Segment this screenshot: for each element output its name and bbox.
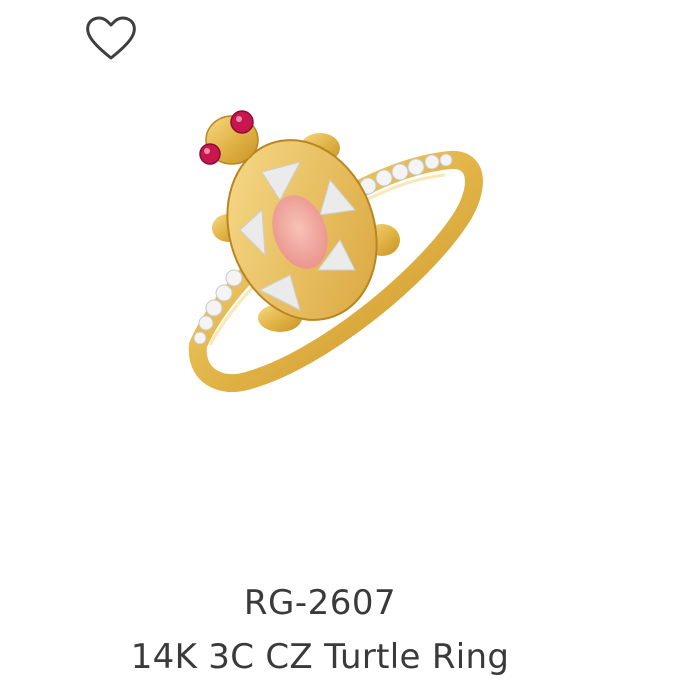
product-sku: RG-2607 (243, 583, 397, 623)
product-image (150, 90, 510, 420)
product-title[interactable]: 14K 3C CZ Turtle Ring (0, 637, 640, 677)
wishlist-heart-icon[interactable] (82, 14, 140, 64)
